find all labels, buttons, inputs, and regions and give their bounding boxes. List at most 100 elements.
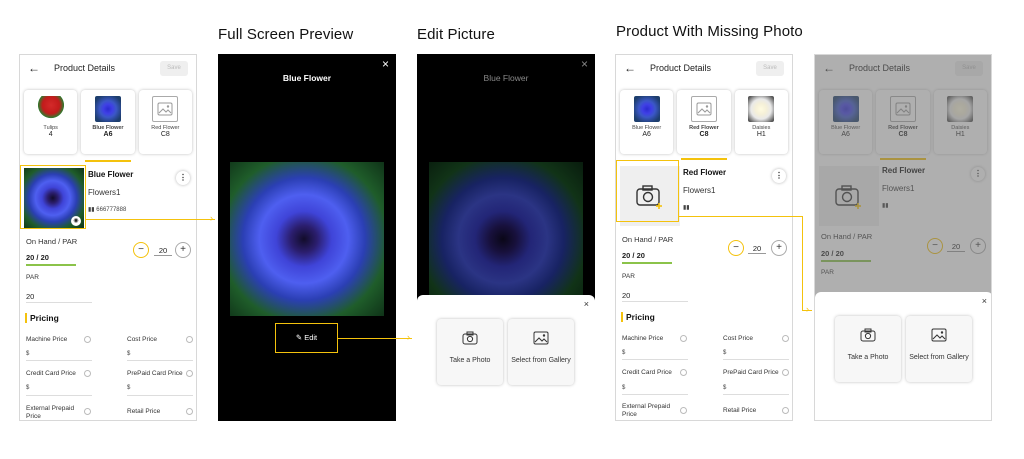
product-card-blue-flower[interactable]: Blue Flower A6: [81, 90, 135, 154]
pricing-title: Pricing: [25, 313, 59, 323]
heading-edit-picture: Edit Picture: [417, 26, 495, 43]
quantity-input[interactable]: 20: [154, 246, 172, 256]
decrement-button[interactable]: −: [133, 242, 149, 258]
gallery-icon: [931, 328, 947, 342]
more-options-icon[interactable]: ⋮: [772, 169, 786, 183]
info-icon[interactable]: [186, 336, 193, 343]
dollar-icon: $: [127, 385, 131, 391]
screen-missing-photo: ← Product Details Save Blue Flower A6 Re…: [615, 54, 793, 421]
product-card-blue-flower[interactable]: Blue Flower A6: [620, 90, 674, 154]
increment-button[interactable]: +: [771, 240, 787, 256]
decrement-button[interactable]: −: [728, 240, 744, 256]
credit-card-price-label: Credit Card Price: [622, 369, 672, 376]
select-gallery-button[interactable]: Select from Gallery: [508, 319, 574, 385]
camera-icon: [462, 331, 478, 345]
divider: [26, 302, 92, 303]
heading-full-screen-preview: Full Screen Preview: [218, 26, 354, 43]
product-card-tulips[interactable]: Tulips 4: [24, 90, 78, 154]
photo-source-sheet: × Take a Photo Select from Gallery: [815, 292, 991, 420]
product-name: Blue Flower: [88, 170, 134, 179]
info-icon[interactable]: [84, 370, 91, 377]
info-icon[interactable]: [782, 335, 789, 342]
connector-line: [679, 216, 803, 217]
cost-price-label: Cost Price: [127, 336, 157, 343]
divider: [26, 395, 92, 396]
on-hand-bar: [26, 264, 76, 266]
screen-product-details: ← Product Details Save Tulips 4 Blue Flo…: [19, 54, 197, 421]
divider: [127, 360, 193, 361]
info-icon[interactable]: [84, 408, 91, 415]
card-code: A6: [103, 131, 113, 138]
external-prepaid-price-label: External Prepaid Price: [26, 405, 75, 420]
take-photo-label: Take a Photo: [449, 357, 491, 364]
info-icon[interactable]: [186, 408, 193, 415]
par-input[interactable]: 20: [26, 292, 34, 301]
close-icon[interactable]: ×: [581, 57, 588, 71]
dollar-icon: $: [723, 385, 727, 391]
image-placeholder-icon: [152, 96, 179, 122]
card-code: A6: [642, 131, 651, 138]
retail-price-label: Retail Price: [723, 407, 757, 414]
info-icon[interactable]: [84, 336, 91, 343]
increment-button[interactable]: +: [175, 242, 191, 258]
product-category: Flowers1: [88, 188, 121, 197]
back-arrow-icon[interactable]: ←: [624, 61, 636, 75]
gallery-icon: [533, 331, 549, 345]
close-icon[interactable]: ×: [584, 299, 589, 309]
save-button[interactable]: Save: [756, 60, 784, 76]
machine-price-label: Machine Price: [26, 336, 68, 343]
more-options-icon[interactable]: ⋮: [176, 171, 190, 185]
photo-source-sheet: × Take a Photo Select from Gallery: [417, 295, 595, 421]
card-code: 4: [48, 131, 53, 138]
product-card-red-flower[interactable]: Red Flower C8: [138, 90, 192, 154]
full-preview-image: [429, 162, 583, 316]
back-arrow-icon[interactable]: ←: [28, 61, 40, 75]
placeholder-highlight: [616, 160, 679, 222]
dollar-icon: $: [723, 350, 727, 356]
divider: [26, 360, 92, 361]
edit-button[interactable]: ✎ Edit: [275, 323, 338, 353]
divider: [622, 394, 688, 395]
info-icon[interactable]: [782, 407, 789, 414]
edit-label: Edit: [304, 333, 318, 342]
credit-card-price-label: Credit Card Price: [26, 370, 76, 377]
par-input[interactable]: 20: [622, 291, 630, 300]
on-hand-label: On Hand / PAR: [26, 237, 78, 246]
card-code: H1: [756, 131, 766, 138]
take-photo-button[interactable]: Take a Photo: [437, 319, 503, 385]
barcode-value: 666777888: [96, 207, 127, 213]
arrow-head-icon: ›: [210, 213, 213, 223]
photo-highlight: [20, 165, 86, 229]
page-title: Product Details: [650, 63, 712, 73]
dollar-icon: $: [26, 351, 30, 357]
save-button[interactable]: Save: [160, 60, 188, 76]
connector-line: [802, 216, 803, 310]
close-icon[interactable]: ×: [382, 57, 389, 71]
select-gallery-button[interactable]: Select from Gallery: [906, 316, 972, 382]
info-icon[interactable]: [782, 369, 789, 376]
quantity-input[interactable]: 20: [748, 244, 766, 254]
selected-card-indicator: [85, 160, 131, 162]
close-icon[interactable]: ×: [982, 296, 987, 306]
info-icon[interactable]: [186, 370, 193, 377]
product-card-red-flower[interactable]: Red Flower C8: [677, 90, 731, 154]
arrow-head-icon: ›: [806, 304, 809, 314]
info-icon[interactable]: [680, 407, 687, 414]
blue-flower-image: [94, 96, 121, 122]
dollar-icon: $: [622, 350, 626, 356]
screen-edit-picture: Blue Flower × × Take a Photo Select from…: [417, 54, 595, 421]
par-label: PAR: [622, 273, 635, 280]
info-icon[interactable]: [680, 335, 687, 342]
on-hand-label: On Hand / PAR: [622, 235, 674, 244]
info-icon[interactable]: [680, 369, 687, 376]
divider: [723, 359, 789, 360]
on-hand-value: 20 / 20: [26, 253, 49, 262]
take-photo-button[interactable]: Take a Photo: [835, 316, 901, 382]
screen-missing-photo-sheet: ← Product Details Save Blue Flower A6 Re…: [814, 54, 992, 421]
preview-title: Blue Flower: [483, 73, 529, 83]
full-preview-image: [230, 162, 384, 316]
product-card-daisies[interactable]: Daisies H1: [734, 90, 788, 154]
preview-title: Blue Flower: [282, 73, 332, 83]
select-gallery-label: Select from Gallery: [511, 357, 571, 364]
prepaid-card-price-label: PrePaid Card Price: [723, 369, 779, 376]
